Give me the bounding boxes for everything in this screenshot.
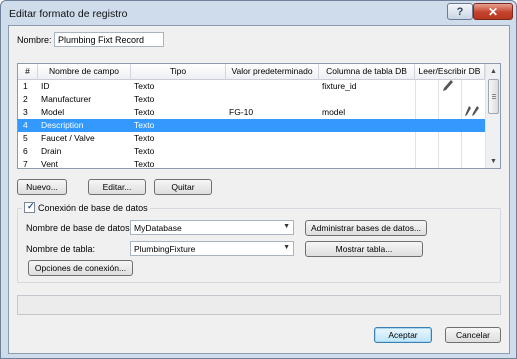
grip-line <box>492 96 496 97</box>
column-header-read-write-db[interactable]: Leer/Escribir DB <box>415 64 485 80</box>
grid-header: # Nombre de campo Tipo Valor predetermin… <box>18 64 485 80</box>
database-name-value: MyDatabase <box>134 223 182 233</box>
cell-db-column <box>322 145 414 158</box>
db-connection-checkbox[interactable]: ✓ <box>24 201 35 213</box>
table-row[interactable]: 4 Description Texto <box>18 119 485 132</box>
column-header-type[interactable]: Tipo <box>131 64 226 80</box>
table-row[interactable]: 1 ID Texto fixture_id <box>18 80 485 93</box>
table-name-value: PlumbingFixture <box>134 244 196 254</box>
manage-databases-button[interactable]: Administrar bases de datos... <box>305 220 427 236</box>
grid-body: 1 ID Texto fixture_id 2 Manufacturer Texto 3 Mod… <box>18 80 485 169</box>
cell-type: Texto <box>134 146 155 156</box>
cell-default-value <box>229 145 317 158</box>
dialog-window: Editar formato de registro ? ✕ Nombre: P… <box>0 0 517 359</box>
grip-line <box>492 94 496 95</box>
scroll-up-arrow-icon[interactable]: ▲ <box>486 64 500 78</box>
name-input[interactable]: Plumbing Fixt Record <box>54 32 164 47</box>
show-table-button[interactable]: Mostrar tabla... <box>305 241 423 257</box>
cell-number: 4 <box>23 120 28 130</box>
cell-field-name: Vent <box>41 159 59 169</box>
help-button[interactable]: ? <box>447 3 473 20</box>
table-name-dropdown[interactable]: PlumbingFixture ▼ <box>130 241 294 256</box>
connection-options-button[interactable]: Opciones de conexión... <box>28 260 133 276</box>
table-row[interactable]: 2 Manufacturer Texto <box>18 93 485 106</box>
cell-db-column <box>322 158 414 168</box>
table-row[interactable]: 3 Model Texto FG-10 model <box>18 106 485 119</box>
grid-vertical-scrollbar[interactable]: ▲ ▼ <box>485 64 500 168</box>
cell-type: Texto <box>134 159 155 169</box>
cell-field-name: Faucet / Valve <box>41 133 95 143</box>
cell-default-value <box>229 119 317 132</box>
table-row[interactable]: 6 Drain Texto <box>18 145 485 158</box>
dropdown-arrow-icon: ▼ <box>283 223 290 230</box>
cell-number: 7 <box>23 159 28 169</box>
name-label: Nombre: <box>17 35 52 45</box>
cell-field-name: Drain <box>41 146 62 156</box>
column-header-number[interactable]: # <box>18 64 38 80</box>
cell-default-value <box>229 80 317 93</box>
cell-db-column: fixture_id <box>322 81 357 91</box>
table-name-label: Nombre de tabla: <box>26 244 96 254</box>
cell-default-value: FG-10 <box>229 107 254 117</box>
cell-type: Texto <box>134 81 155 91</box>
window-title: Editar formato de registro <box>9 8 128 20</box>
new-button[interactable]: Nuevo... <box>17 179 67 195</box>
read-write-icon <box>465 106 481 119</box>
edit-button[interactable]: Editar... <box>88 179 146 195</box>
cell-field-name: Description <box>41 120 84 130</box>
close-button[interactable]: ✕ <box>473 3 513 20</box>
accept-button[interactable]: Aceptar <box>374 327 432 343</box>
remove-button[interactable]: Quitar <box>154 179 212 195</box>
cell-field-name: ID <box>41 81 50 91</box>
cancel-button[interactable]: Cancelar <box>445 327 501 343</box>
column-header-db-column[interactable]: Columna de tabla DB <box>319 64 415 80</box>
dropdown-arrow-icon: ▼ <box>283 244 290 251</box>
fields-grid[interactable]: # Nombre de campo Tipo Valor predetermin… <box>17 63 501 169</box>
cell-number: 2 <box>23 94 28 104</box>
db-connection-legend: ✓ Conexión de base de datos <box>22 201 150 213</box>
db-connection-label: Conexión de base de datos <box>38 202 148 213</box>
scroll-thumb[interactable] <box>488 79 499 114</box>
title-bar[interactable]: Editar formato de registro ? ✕ <box>1 1 516 25</box>
cell-type: Texto <box>134 120 155 130</box>
column-header-default-value[interactable]: Valor predeterminado <box>226 64 319 80</box>
cell-field-name: Model <box>41 107 65 117</box>
status-bar <box>17 295 501 315</box>
table-row[interactable]: 5 Faucet / Valve Texto <box>18 132 485 145</box>
cell-type: Texto <box>134 133 155 143</box>
pencil-icon <box>443 80 457 93</box>
database-name-label: Nombre de base de datos: <box>26 223 133 233</box>
cell-number: 1 <box>23 81 28 91</box>
table-row[interactable]: 7 Vent Texto <box>18 158 485 169</box>
column-header-field-name[interactable]: Nombre de campo <box>38 64 131 80</box>
cell-db-column <box>322 119 414 132</box>
cell-type: Texto <box>134 94 155 104</box>
cell-db-column <box>322 93 414 106</box>
cell-number: 6 <box>23 146 28 156</box>
dialog-client-area: Nombre: Plumbing Fixt Record # Nombre de… <box>8 25 510 354</box>
cell-default-value <box>229 158 317 168</box>
scroll-down-arrow-icon[interactable]: ▼ <box>486 154 500 168</box>
cell-number: 5 <box>23 133 28 143</box>
checkmark-icon: ✓ <box>27 201 35 211</box>
cell-type: Texto <box>134 107 155 117</box>
cell-default-value <box>229 132 317 145</box>
cell-db-column <box>322 132 414 145</box>
database-name-dropdown[interactable]: MyDatabase ▼ <box>130 220 294 235</box>
cell-field-name: Manufacturer <box>41 94 92 104</box>
cell-default-value <box>229 93 317 106</box>
grip-line <box>492 98 496 99</box>
cell-number: 3 <box>23 107 28 117</box>
cell-db-column: model <box>322 107 346 117</box>
